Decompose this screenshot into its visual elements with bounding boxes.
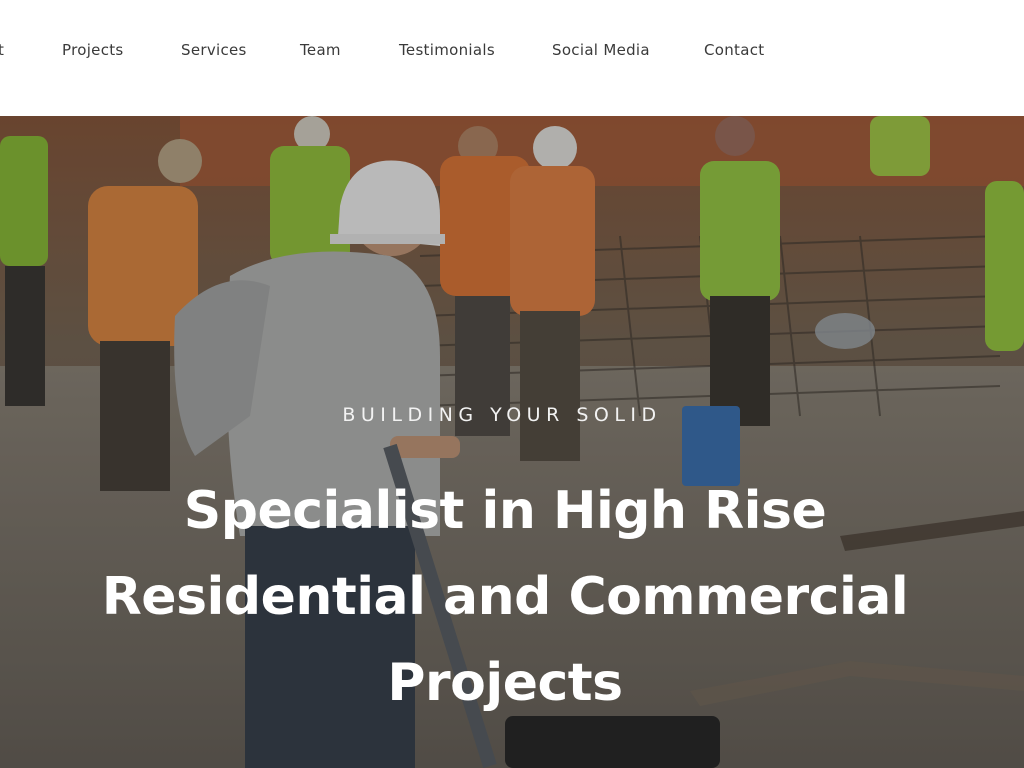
- nav-item-projects[interactable]: Projects: [62, 40, 124, 60]
- hero-section: BUILDING YOUR SOLID Specialist in High R…: [0, 116, 1024, 768]
- nav-item-testimonials[interactable]: Testimonials: [399, 40, 495, 60]
- hero-headline: Specialist in High Rise Residential and …: [0, 468, 1010, 726]
- nav-item-services[interactable]: Services: [181, 40, 247, 60]
- top-navigation: t Projects Services Team Testimonials So…: [0, 0, 1024, 116]
- hero-headline-line-1: Specialist in High Rise: [183, 481, 827, 541]
- hero-eyebrow-text: BUILDING YOUR SOLID: [342, 404, 662, 426]
- nav-item-social-media[interactable]: Social Media: [552, 40, 650, 60]
- hero-headline-line-3: Projects: [387, 653, 623, 713]
- nav-item-partial[interactable]: t: [0, 40, 4, 60]
- hero-headline-line-2: Residential and Commercial: [101, 567, 909, 627]
- nav-item-contact[interactable]: Contact: [704, 40, 764, 60]
- nav-item-team[interactable]: Team: [300, 40, 341, 60]
